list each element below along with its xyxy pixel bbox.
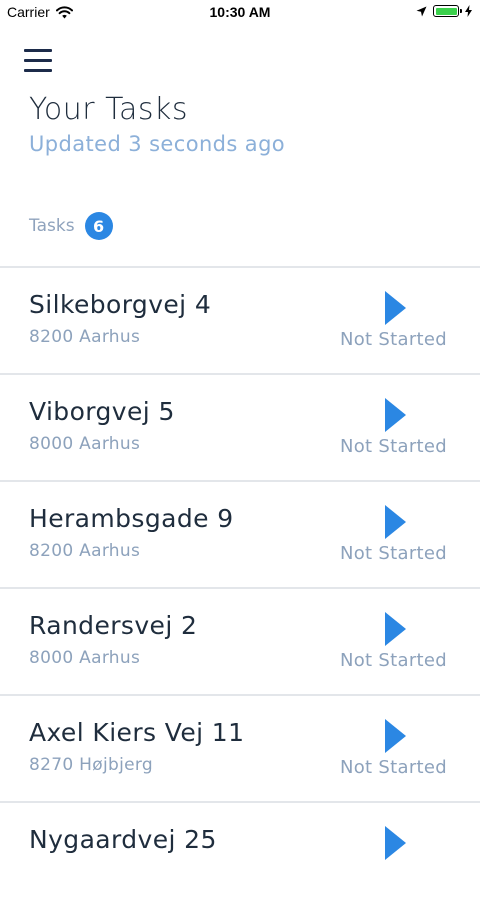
battery-fill xyxy=(435,7,457,15)
task-list: Silkeborgvej 4 8200 Aarhus Not Started V… xyxy=(0,266,480,908)
task-row[interactable]: Herambsgade 9 8200 Aarhus Not Started xyxy=(0,480,480,587)
task-status: Not Started xyxy=(339,650,447,671)
page-title: Your Tasks xyxy=(29,92,188,127)
play-icon[interactable] xyxy=(383,611,407,647)
hamburger-menu-icon[interactable] xyxy=(24,49,52,73)
play-icon[interactable] xyxy=(383,290,407,326)
task-status: Not Started xyxy=(339,543,447,564)
task-name: Nygaardvej 25 xyxy=(29,825,217,854)
task-row[interactable]: Axel Kiers Vej 11 8270 Højbjerg Not Star… xyxy=(0,694,480,801)
task-status: Not Started xyxy=(339,436,447,457)
task-city: 8200 Aarhus xyxy=(29,541,141,561)
play-icon[interactable] xyxy=(383,504,407,540)
task-status: Not Started xyxy=(339,329,447,350)
task-status: Not Started xyxy=(339,757,447,778)
task-city: 8000 Aarhus xyxy=(29,434,141,454)
last-updated-text: Updated 3 seconds ago xyxy=(29,132,286,156)
tasks-label: Tasks xyxy=(29,216,75,236)
task-name: Axel Kiers Vej 11 xyxy=(29,718,245,747)
task-city: 8270 Højbjerg xyxy=(29,755,153,775)
status-bar: Carrier 10:30 AM xyxy=(0,0,480,26)
play-icon[interactable] xyxy=(383,397,407,433)
task-row[interactable]: Nygaardvej 25 xyxy=(0,801,480,908)
task-name: Herambsgade 9 xyxy=(29,504,234,533)
play-icon[interactable] xyxy=(383,718,407,754)
status-right xyxy=(416,5,472,17)
location-arrow-icon xyxy=(416,6,427,16)
task-city: 8000 Aarhus xyxy=(29,648,141,668)
tasks-count-badge: 6 xyxy=(84,212,113,240)
tasks-header: Tasks 6 xyxy=(29,212,113,240)
task-name: Silkeborgvej 4 xyxy=(29,290,212,319)
battery-icon xyxy=(433,5,462,17)
task-city: 8200 Aarhus xyxy=(29,327,141,347)
play-icon[interactable] xyxy=(383,825,407,861)
charging-bolt-icon xyxy=(465,5,472,17)
task-row[interactable]: Viborgvej 5 8000 Aarhus Not Started xyxy=(0,373,480,480)
task-row[interactable]: Randersvej 2 8000 Aarhus Not Started xyxy=(0,587,480,694)
task-name: Viborgvej 5 xyxy=(29,397,175,426)
task-name: Randersvej 2 xyxy=(29,611,198,640)
status-time: 10:30 AM xyxy=(209,4,271,20)
task-row[interactable]: Silkeborgvej 4 8200 Aarhus Not Started xyxy=(0,266,480,373)
